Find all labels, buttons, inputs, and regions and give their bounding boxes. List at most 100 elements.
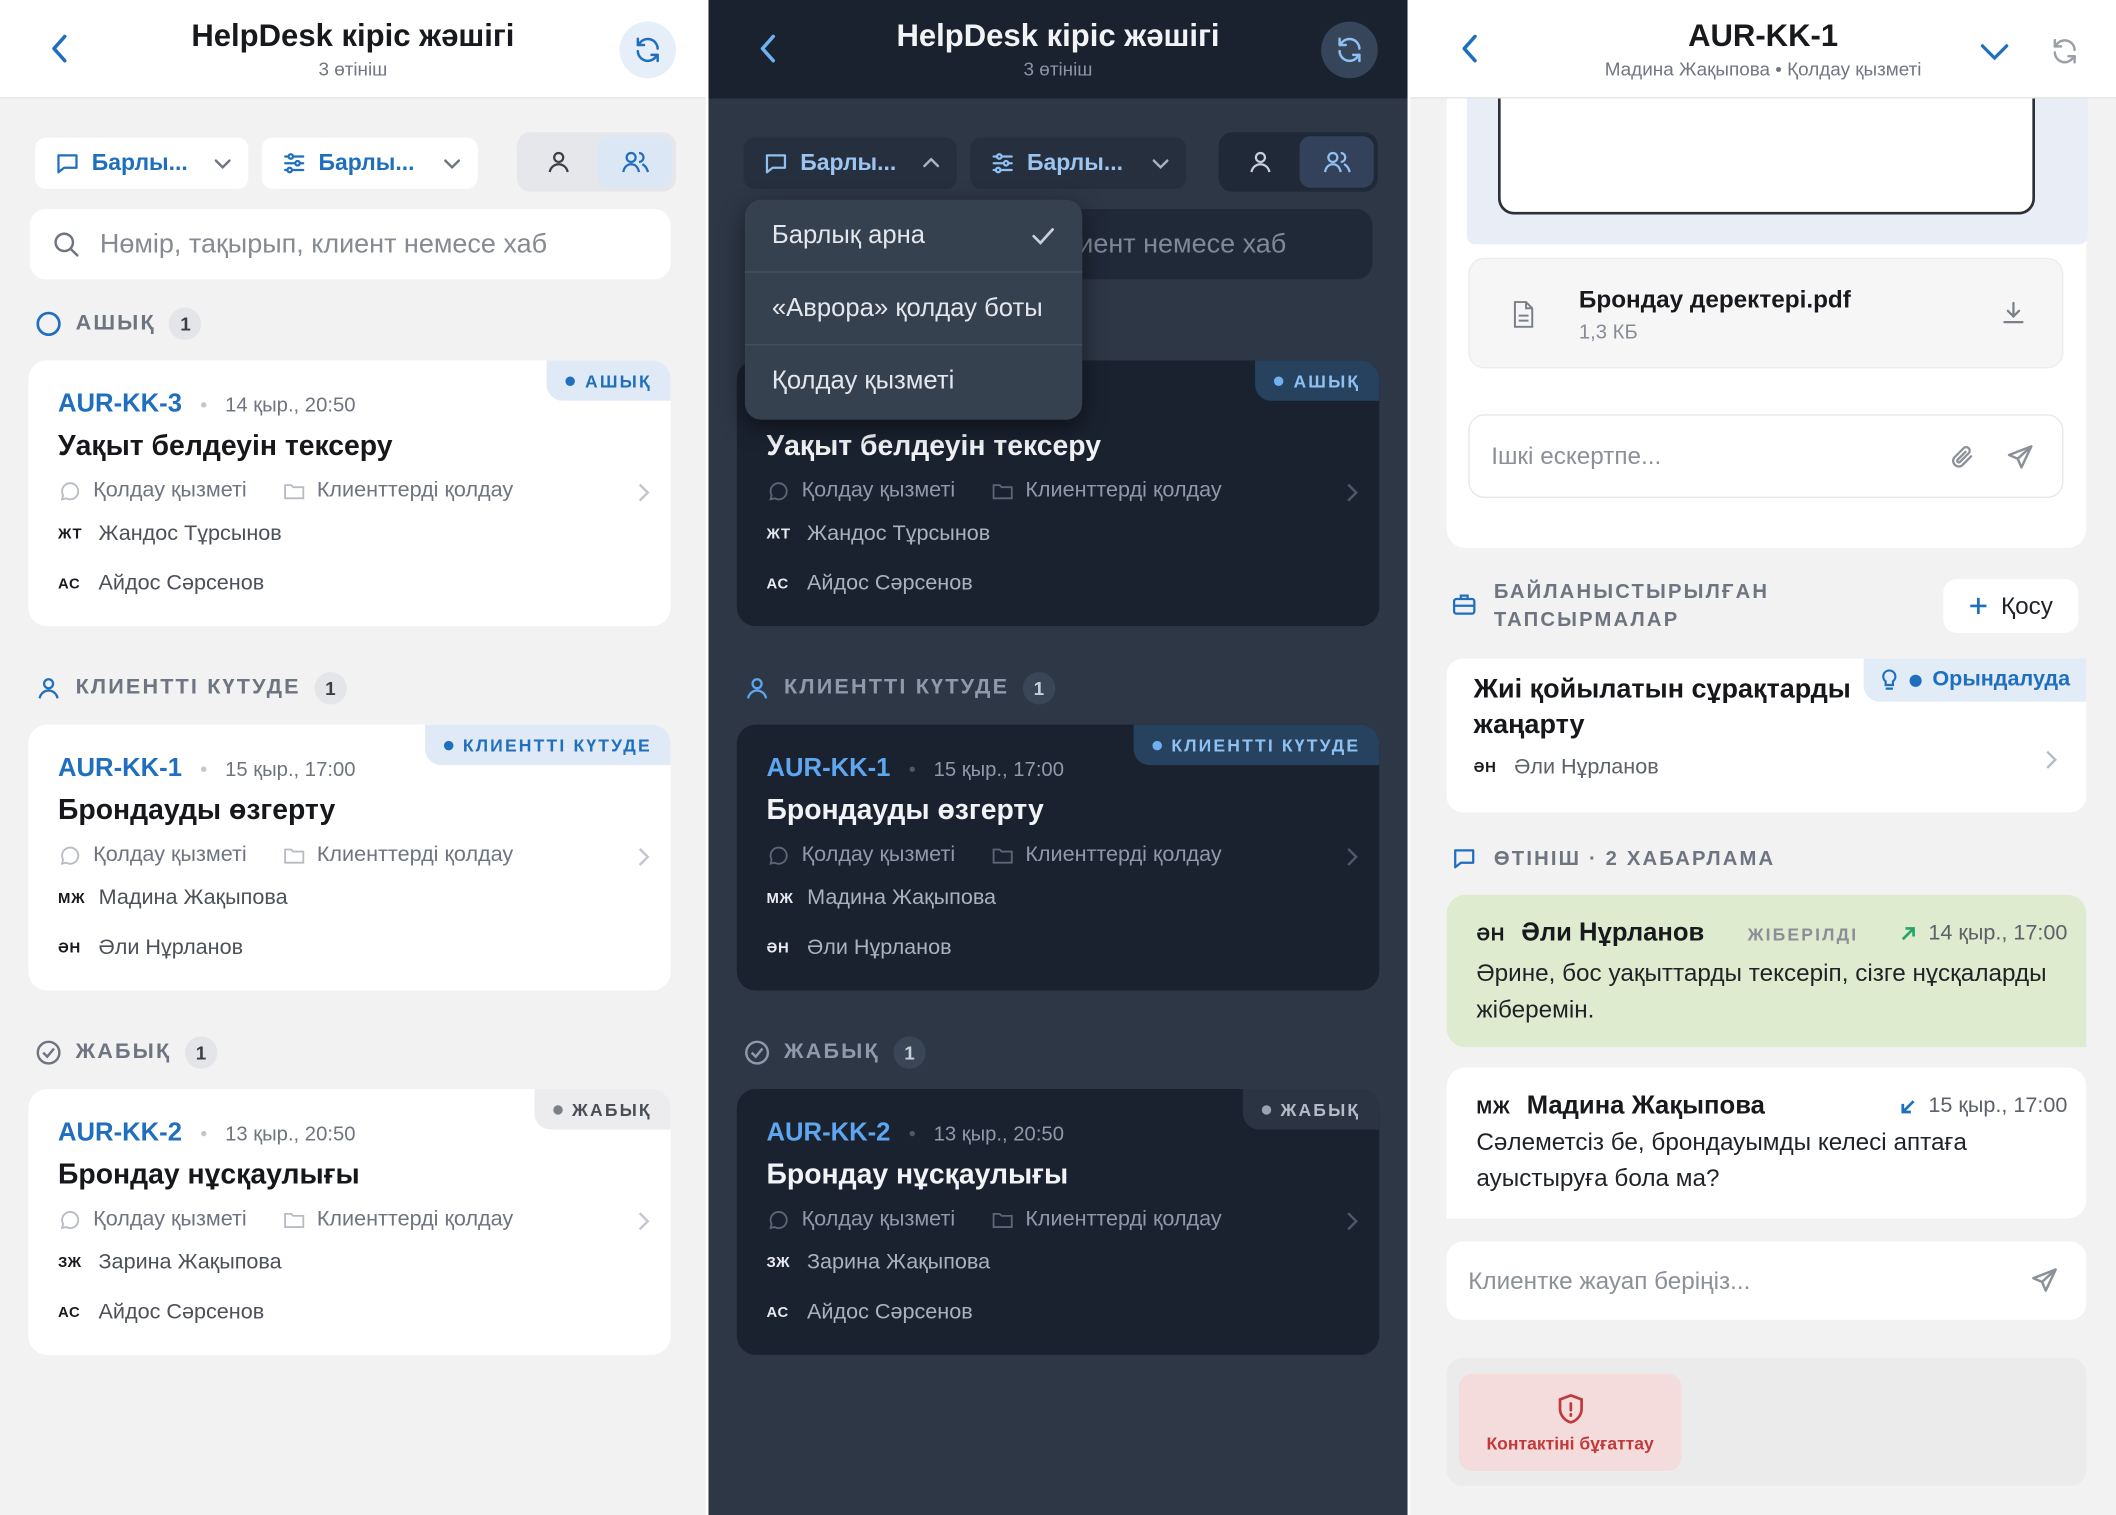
briefcase-icon [1452,594,1476,615]
ticket-channel: Қолдау қызметі [93,479,247,503]
ticket-group: Клиенттерді қолдау [1025,1207,1222,1231]
internal-note-input[interactable] [1491,441,1924,471]
channel-dropdown: Барлық арна «Аврора» қолдау боты Қолдау … [744,199,1083,420]
send-icon[interactable] [2005,443,2035,473]
task-assignee: ӘН Әли Нұрланов [1473,755,1659,779]
message-time: 14 қыр., 17:00 [1899,922,2067,946]
ticket-agent: АС Айдос Сәрсенов [58,572,265,596]
internal-note-field [1468,414,2064,498]
avatar: АС [766,576,789,593]
file-size: 1,3 КБ [1578,321,1638,345]
team-view-button[interactable] [597,136,673,188]
ticket-id: AUR-KK-2 [766,1118,891,1148]
ticket-channel: Қолдау қызметі [93,1207,247,1231]
back-button[interactable] [1448,27,1491,70]
ticket-client: ЖТ Жандос Тұрсынов [58,522,282,546]
single-user-view-button[interactable] [521,136,595,187]
ticket-channel: Қолдау қызметі [801,1207,956,1231]
check-circle-icon [36,1040,61,1065]
message-author: Мадина Жақыпова [1526,1091,1765,1121]
reply-input[interactable] [1468,1266,1901,1295]
page-subtitle: 3 өтініш [1023,58,1093,80]
sliders-icon [992,153,1013,174]
settings-filter[interactable]: Барлы... [970,137,1187,189]
avatar: АС [58,576,81,593]
ticket-client: ЗЖ Зарина Жақыпова [766,1250,991,1274]
search-bar [29,209,671,280]
team-view-button[interactable] [1299,136,1374,188]
single-user-view-button[interactable] [1223,136,1297,187]
folder-icon [283,848,304,864]
ticket-id: AUR-KK-1 [58,754,182,783]
lightbulb-icon [1881,669,1897,690]
file-name: Брондау деректері.pdf [1578,286,1851,314]
ticket-detail-panel: Брондау деректері.pdf 1,3 КБ AUR-KK-1 Ма… [1410,0,2116,1515]
channel-filter[interactable]: Барлы... [743,137,957,189]
ticket-id: AUR-KK-1 [766,754,891,783]
search-bar [1045,209,1373,280]
ticket-subtitle: Мадина Жақыпова • Қолдау қызметі [1604,57,1922,79]
chevron-down-icon [1152,159,1169,170]
paperclip-icon[interactable] [1949,443,1976,473]
back-button[interactable] [746,27,789,70]
settings-filter[interactable]: Барлы... [261,137,478,189]
status-badge: ЖАБЫҚ [1242,1089,1380,1130]
ticket-group: Клиенттерді қолдау [316,843,514,867]
download-icon[interactable] [2000,300,2027,327]
message-text: Әрине, бос уақыттарды тексеріп, сізге нұ… [1476,959,2047,1023]
message-outgoing: ӘН Әли Нұрланов ЖІБЕРІЛДІ 14 қыр., 17:00 … [1446,894,2087,1048]
ticket-group: Клиенттерді қолдау [1025,843,1222,867]
ticket-card[interactable]: АШЫҚ AUR-KK-3 14 қыр., 20:50 Уақыт белдеу… [28,360,671,627]
plus-icon [1969,597,1987,615]
task-status-badge: Орындалуда [1863,658,2087,702]
section-closed: ЖАБЫҚ 1 [744,1036,926,1069]
add-task-button[interactable]: Қосу [1943,578,2079,633]
ticket-card[interactable]: ЖАБЫҚ AUR-KK-2 13 қыр., 20:50 Брондау нұс… [736,1089,1380,1355]
chevron-right-icon [1347,483,1358,502]
ticket-time: 15 қыр., 17:00 [933,757,1064,781]
arrow-up-right-icon [1901,927,1915,941]
chat-bubble-icon [60,1211,80,1230]
refresh-icon [1338,37,1361,63]
chevron-down-icon [214,159,231,170]
users-icon [1323,151,1351,173]
linked-task-card[interactable]: Жиі қойылатын сұрақтарды жаңарту Орындал… [1446,658,2087,813]
dropdown-option[interactable]: Барлық арна [744,200,1083,273]
refresh-button[interactable] [2043,30,2086,73]
ticket-time: 14 қыр., 20:50 [225,393,356,417]
refresh-button[interactable] [619,21,677,79]
search-input[interactable] [99,228,613,260]
back-button[interactable] [38,27,81,70]
filter-toolbar: Барлы... Барлы... [30,132,677,192]
chevron-left-icon [1462,34,1477,63]
dropdown-option[interactable]: «Аврора» қолдау боты [744,273,1083,346]
block-contact-button[interactable]: Контактіні бұғаттау [1458,1373,1682,1471]
message-author: Әли Нұрланов [1521,919,1705,948]
chevron-down-icon [1980,44,2009,61]
chat-bubble-icon [769,482,788,501]
message-incoming: МЖ Мадина Жақыпова 15 қыр., 17:00 Сәлемет… [1446,1067,2087,1219]
ticket-card[interactable]: КЛИЕНТТІ КҮТУДЕ AUR-KK-1 15 қыр., 17:00 Б… [28,724,671,991]
avatar: МЖ [58,890,86,907]
collapse-button[interactable] [1973,30,2016,73]
page-subtitle: 3 өтініш [318,57,388,79]
ticket-card[interactable]: ЖАБЫҚ AUR-KK-2 13 қыр., 20:50 Брондау нұс… [28,1089,671,1355]
chevron-right-icon [1347,1212,1358,1231]
section-count: 1 [893,1036,926,1069]
channel-filter[interactable]: Барлы... [35,137,249,189]
avatar: АС [58,1304,81,1322]
ticket-client: МЖ Мадина Жақыпова [766,886,997,910]
search-input[interactable] [1078,228,1349,260]
refresh-button[interactable] [1321,21,1378,79]
folder-icon [283,484,304,500]
file-attachment[interactable]: Брондау деректері.pdf 1,3 КБ [1468,257,2064,369]
message-time: 15 қыр., 17:00 [1899,1094,2067,1118]
chat-bubble-icon [769,1211,788,1230]
ticket-card[interactable]: КЛИЕНТТІ КҮТУДЕ AUR-KK-1 15 қыр., 17:00 Б… [736,724,1380,991]
section-waiting: КЛИЕНТТІ КҮТУДЕ 1 [35,672,347,705]
send-icon[interactable] [2030,1266,2060,1296]
ticket-group: Клиенттерді қолдау [316,1207,514,1231]
ticket-channel: Қолдау қызметі [801,479,956,503]
dropdown-option[interactable]: Қолдау қызметі [745,345,1082,418]
ticket-title: Уақыт белдеуін тексеру [58,430,393,462]
